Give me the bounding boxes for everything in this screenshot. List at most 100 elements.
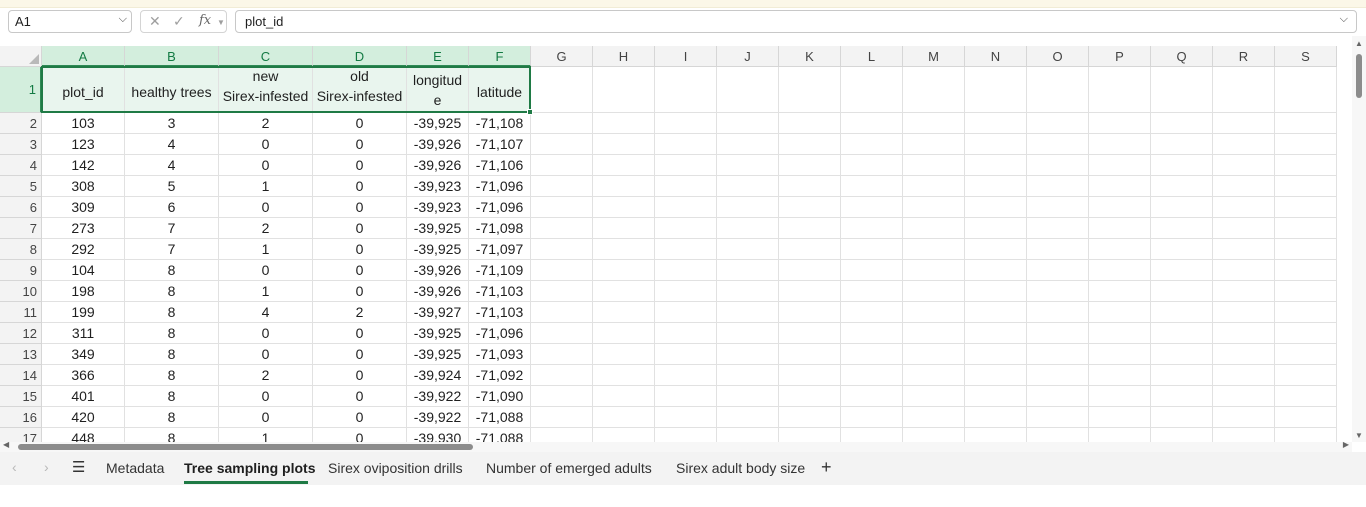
- cell-f3[interactable]: -71,107: [469, 134, 531, 155]
- cell-b15[interactable]: 8: [125, 386, 219, 407]
- cell-c9[interactable]: 0: [219, 260, 313, 281]
- cell-i10[interactable]: [655, 281, 717, 302]
- expand-formula-icon[interactable]: ⌵: [1340, 13, 1348, 26]
- tab-number-of-emerged-adults[interactable]: Number of emerged adults: [486, 460, 652, 476]
- cell-k14[interactable]: [779, 365, 841, 386]
- cell-q15[interactable]: [1151, 386, 1213, 407]
- cell-b1[interactable]: healthy trees: [125, 67, 219, 113]
- cell-g10[interactable]: [531, 281, 593, 302]
- cell-m6[interactable]: [903, 197, 965, 218]
- cell-p10[interactable]: [1089, 281, 1151, 302]
- cell-l1[interactable]: [841, 67, 903, 113]
- cell-s11[interactable]: [1275, 302, 1337, 323]
- cell-c16[interactable]: 0: [219, 407, 313, 428]
- fill-handle[interactable]: [527, 109, 533, 115]
- tab-metadata[interactable]: Metadata: [106, 460, 164, 476]
- cell-c11[interactable]: 4: [219, 302, 313, 323]
- cell-o1[interactable]: [1027, 67, 1089, 113]
- vertical-scroll-thumb[interactable]: [1356, 54, 1362, 98]
- cell-d5[interactable]: 0: [313, 176, 407, 197]
- cell-i15[interactable]: [655, 386, 717, 407]
- cell-g13[interactable]: [531, 344, 593, 365]
- cell-h3[interactable]: [593, 134, 655, 155]
- cell-o16[interactable]: [1027, 407, 1089, 428]
- cell-k8[interactable]: [779, 239, 841, 260]
- cell-n6[interactable]: [965, 197, 1027, 218]
- cell-s3[interactable]: [1275, 134, 1337, 155]
- cell-n7[interactable]: [965, 218, 1027, 239]
- cell-g2[interactable]: [531, 113, 593, 134]
- cell-o12[interactable]: [1027, 323, 1089, 344]
- cell-n15[interactable]: [965, 386, 1027, 407]
- cell-m8[interactable]: [903, 239, 965, 260]
- cell-a13[interactable]: 349: [42, 344, 125, 365]
- cell-o14[interactable]: [1027, 365, 1089, 386]
- cell-f12[interactable]: -71,096: [469, 323, 531, 344]
- cell-k16[interactable]: [779, 407, 841, 428]
- cell-l15[interactable]: [841, 386, 903, 407]
- cell-q12[interactable]: [1151, 323, 1213, 344]
- cell-c15[interactable]: 0: [219, 386, 313, 407]
- row-header-8[interactable]: 8: [0, 239, 42, 260]
- cell-g9[interactable]: [531, 260, 593, 281]
- cell-j3[interactable]: [717, 134, 779, 155]
- scroll-up-icon[interactable]: ▲: [1355, 39, 1363, 48]
- cell-c2[interactable]: 2: [219, 113, 313, 134]
- cell-r5[interactable]: [1213, 176, 1275, 197]
- cell-s16[interactable]: [1275, 407, 1337, 428]
- cell-a8[interactable]: 292: [42, 239, 125, 260]
- cell-e2[interactable]: -39,925: [407, 113, 469, 134]
- cell-d17[interactable]: 0: [313, 428, 407, 442]
- scroll-right-icon[interactable]: ▶: [1343, 440, 1349, 449]
- cell-m1[interactable]: [903, 67, 965, 113]
- cell-j12[interactable]: [717, 323, 779, 344]
- cell-j7[interactable]: [717, 218, 779, 239]
- horizontal-scrollbar[interactable]: ◀ ▶: [0, 440, 1352, 452]
- cell-h4[interactable]: [593, 155, 655, 176]
- cell-b13[interactable]: 8: [125, 344, 219, 365]
- row-header-14[interactable]: 14: [0, 365, 42, 386]
- cell-r3[interactable]: [1213, 134, 1275, 155]
- cell-o3[interactable]: [1027, 134, 1089, 155]
- cell-d3[interactable]: 0: [313, 134, 407, 155]
- cell-b3[interactable]: 4: [125, 134, 219, 155]
- cell-p13[interactable]: [1089, 344, 1151, 365]
- cell-k4[interactable]: [779, 155, 841, 176]
- column-header-j[interactable]: J: [717, 46, 779, 67]
- cell-h5[interactable]: [593, 176, 655, 197]
- cell-d1[interactable]: old Sirex-infested trees: [313, 67, 407, 113]
- cell-l11[interactable]: [841, 302, 903, 323]
- cell-s1[interactable]: [1275, 67, 1337, 113]
- cell-r2[interactable]: [1213, 113, 1275, 134]
- cell-k9[interactable]: [779, 260, 841, 281]
- cell-p8[interactable]: [1089, 239, 1151, 260]
- cell-s7[interactable]: [1275, 218, 1337, 239]
- column-header-p[interactable]: P: [1089, 46, 1151, 67]
- cell-r11[interactable]: [1213, 302, 1275, 323]
- cell-p2[interactable]: [1089, 113, 1151, 134]
- cell-e11[interactable]: -39,927: [407, 302, 469, 323]
- column-header-l[interactable]: L: [841, 46, 903, 67]
- cell-n16[interactable]: [965, 407, 1027, 428]
- row-header-11[interactable]: 11: [0, 302, 42, 323]
- cell-k3[interactable]: [779, 134, 841, 155]
- cell-n3[interactable]: [965, 134, 1027, 155]
- cell-l9[interactable]: [841, 260, 903, 281]
- select-all-corner[interactable]: [0, 46, 42, 67]
- cell-f9[interactable]: -71,109: [469, 260, 531, 281]
- row-header-4[interactable]: 4: [0, 155, 42, 176]
- cell-h7[interactable]: [593, 218, 655, 239]
- cell-b9[interactable]: 8: [125, 260, 219, 281]
- cell-h11[interactable]: [593, 302, 655, 323]
- cell-q4[interactable]: [1151, 155, 1213, 176]
- cell-b16[interactable]: 8: [125, 407, 219, 428]
- cell-m7[interactable]: [903, 218, 965, 239]
- cell-e13[interactable]: -39,925: [407, 344, 469, 365]
- cell-f4[interactable]: -71,106: [469, 155, 531, 176]
- cell-i8[interactable]: [655, 239, 717, 260]
- cell-j17[interactable]: [717, 428, 779, 442]
- cell-f6[interactable]: -71,096: [469, 197, 531, 218]
- cell-s13[interactable]: [1275, 344, 1337, 365]
- cell-o15[interactable]: [1027, 386, 1089, 407]
- cell-q6[interactable]: [1151, 197, 1213, 218]
